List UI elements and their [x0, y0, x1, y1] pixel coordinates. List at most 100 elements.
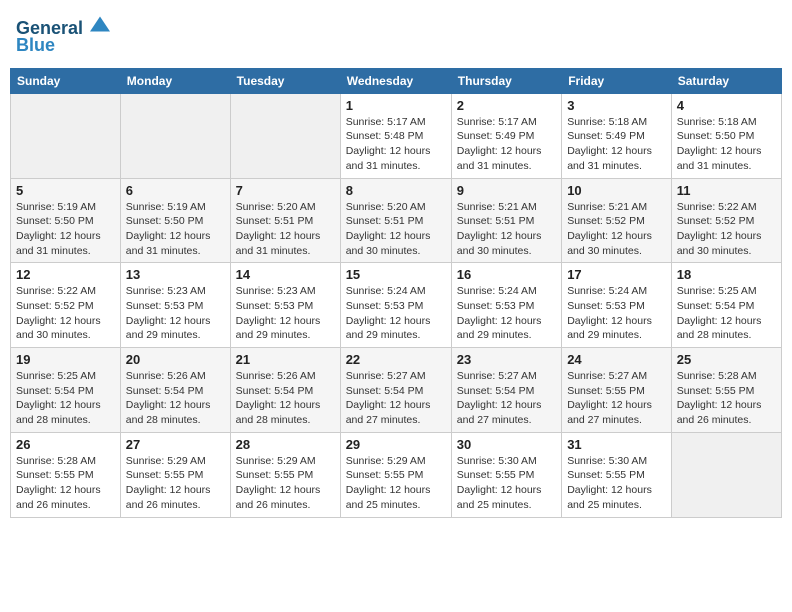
day-number: 17	[567, 267, 666, 282]
day-info: Sunrise: 5:27 AM Sunset: 5:54 PM Dayligh…	[346, 369, 446, 428]
day-info: Sunrise: 5:19 AM Sunset: 5:50 PM Dayligh…	[16, 200, 115, 259]
day-number: 10	[567, 183, 666, 198]
calendar-cell: 14Sunrise: 5:23 AM Sunset: 5:53 PM Dayli…	[230, 263, 340, 348]
logo-icon	[90, 14, 110, 34]
weekday-header: Saturday	[671, 68, 781, 93]
logo: General Blue	[16, 14, 110, 56]
weekday-header: Tuesday	[230, 68, 340, 93]
day-info: Sunrise: 5:29 AM Sunset: 5:55 PM Dayligh…	[126, 454, 225, 513]
calendar-cell: 3Sunrise: 5:18 AM Sunset: 5:49 PM Daylig…	[562, 93, 672, 178]
weekday-header: Sunday	[11, 68, 121, 93]
calendar-cell: 11 Sunrise: 5:22 AM Sunset: 5:52 PM Dayli…	[671, 178, 781, 263]
day-info: Sunrise: 5:24 AM Sunset: 5:53 PM Dayligh…	[346, 284, 446, 343]
day-info: Sunrise: 5:25 AM Sunset: 5:54 PM Dayligh…	[16, 369, 115, 428]
calendar-cell: 15 Sunrise: 5:24 AM Sunset: 5:53 PM Dayli…	[340, 263, 451, 348]
calendar-cell: 7 Sunrise: 5:20 AM Sunset: 5:51 PM Daylig…	[230, 178, 340, 263]
day-info: Sunrise: 5:23 AM Sunset: 5:53 PM Dayligh…	[126, 284, 225, 343]
day-info: Sunrise: 5:28 AM Sunset: 5:55 PM Dayligh…	[677, 369, 776, 428]
calendar-table: SundayMondayTuesdayWednesdayThursdayFrid…	[10, 68, 782, 518]
calendar-cell: 16 Sunrise: 5:24 AM Sunset: 5:53 PM Dayli…	[451, 263, 561, 348]
day-number: 30	[457, 437, 556, 452]
day-info: Sunrise: 5:27 AM Sunset: 5:55 PM Dayligh…	[567, 369, 666, 428]
day-number: 5	[16, 183, 115, 198]
calendar-cell: 10 Sunrise: 5:21 AM Sunset: 5:52 PM Dayli…	[562, 178, 672, 263]
day-number: 15	[346, 267, 446, 282]
calendar-cell	[671, 432, 781, 517]
day-info: Sunrise: 5:22 AM Sunset: 5:52 PM Dayligh…	[16, 284, 115, 343]
day-info: Sunrise: 5:18 AM Sunset: 5:50 PM Dayligh…	[677, 115, 776, 174]
day-number: 7	[236, 183, 335, 198]
day-number: 14	[236, 267, 335, 282]
day-info: Sunrise: 5:24 AM Sunset: 5:53 PM Dayligh…	[457, 284, 556, 343]
calendar-header-row: SundayMondayTuesdayWednesdayThursdayFrid…	[11, 68, 782, 93]
day-number: 19	[16, 352, 115, 367]
day-info: Sunrise: 5:30 AM Sunset: 5:55 PM Dayligh…	[567, 454, 666, 513]
calendar-cell: 29Sunrise: 5:29 AM Sunset: 5:55 PM Dayli…	[340, 432, 451, 517]
calendar-cell: 6 Sunrise: 5:19 AM Sunset: 5:50 PM Daylig…	[120, 178, 230, 263]
calendar-cell: 25 Sunrise: 5:28 AM Sunset: 5:55 PM Dayli…	[671, 348, 781, 433]
day-info: Sunrise: 5:27 AM Sunset: 5:54 PM Dayligh…	[457, 369, 556, 428]
day-number: 31	[567, 437, 666, 452]
day-info: Sunrise: 5:21 AM Sunset: 5:51 PM Dayligh…	[457, 200, 556, 259]
calendar-cell: 13Sunrise: 5:23 AM Sunset: 5:53 PM Dayli…	[120, 263, 230, 348]
day-info: Sunrise: 5:26 AM Sunset: 5:54 PM Dayligh…	[236, 369, 335, 428]
day-number: 12	[16, 267, 115, 282]
calendar-cell: 23 Sunrise: 5:27 AM Sunset: 5:54 PM Dayli…	[451, 348, 561, 433]
day-info: Sunrise: 5:25 AM Sunset: 5:54 PM Dayligh…	[677, 284, 776, 343]
calendar-cell: 8Sunrise: 5:20 AM Sunset: 5:51 PM Daylig…	[340, 178, 451, 263]
day-info: Sunrise: 5:22 AM Sunset: 5:52 PM Dayligh…	[677, 200, 776, 259]
day-info: Sunrise: 5:29 AM Sunset: 5:55 PM Dayligh…	[346, 454, 446, 513]
calendar-week-row: 19 Sunrise: 5:25 AM Sunset: 5:54 PM Dayli…	[11, 348, 782, 433]
day-info: Sunrise: 5:20 AM Sunset: 5:51 PM Dayligh…	[236, 200, 335, 259]
calendar-cell: 26 Sunrise: 5:28 AM Sunset: 5:55 PM Dayli…	[11, 432, 121, 517]
calendar-cell: 17 Sunrise: 5:24 AM Sunset: 5:53 PM Dayli…	[562, 263, 672, 348]
calendar-cell: 21Sunrise: 5:26 AM Sunset: 5:54 PM Dayli…	[230, 348, 340, 433]
calendar-cell	[230, 93, 340, 178]
weekday-header: Thursday	[451, 68, 561, 93]
calendar-week-row: 1Sunrise: 5:17 AM Sunset: 5:48 PM Daylig…	[11, 93, 782, 178]
calendar-week-row: 12 Sunrise: 5:22 AM Sunset: 5:52 PM Dayli…	[11, 263, 782, 348]
day-info: Sunrise: 5:28 AM Sunset: 5:55 PM Dayligh…	[16, 454, 115, 513]
calendar-cell	[120, 93, 230, 178]
day-number: 28	[236, 437, 335, 452]
day-info: Sunrise: 5:19 AM Sunset: 5:50 PM Dayligh…	[126, 200, 225, 259]
day-number: 23	[457, 352, 556, 367]
page-header: General Blue	[10, 10, 782, 60]
calendar-cell: 20Sunrise: 5:26 AM Sunset: 5:54 PM Dayli…	[120, 348, 230, 433]
calendar-cell: 27 Sunrise: 5:29 AM Sunset: 5:55 PM Dayli…	[120, 432, 230, 517]
day-number: 9	[457, 183, 556, 198]
calendar-week-row: 26 Sunrise: 5:28 AM Sunset: 5:55 PM Dayli…	[11, 432, 782, 517]
day-number: 26	[16, 437, 115, 452]
calendar-cell: 22 Sunrise: 5:27 AM Sunset: 5:54 PM Dayli…	[340, 348, 451, 433]
day-info: Sunrise: 5:21 AM Sunset: 5:52 PM Dayligh…	[567, 200, 666, 259]
day-info: Sunrise: 5:26 AM Sunset: 5:54 PM Dayligh…	[126, 369, 225, 428]
day-number: 22	[346, 352, 446, 367]
calendar-cell: 19 Sunrise: 5:25 AM Sunset: 5:54 PM Dayli…	[11, 348, 121, 433]
day-info: Sunrise: 5:17 AM Sunset: 5:49 PM Dayligh…	[457, 115, 556, 174]
day-number: 2	[457, 98, 556, 113]
calendar-cell: 1Sunrise: 5:17 AM Sunset: 5:48 PM Daylig…	[340, 93, 451, 178]
calendar-cell: 30 Sunrise: 5:30 AM Sunset: 5:55 PM Dayli…	[451, 432, 561, 517]
day-number: 24	[567, 352, 666, 367]
calendar-week-row: 5 Sunrise: 5:19 AM Sunset: 5:50 PM Daylig…	[11, 178, 782, 263]
calendar-cell: 12 Sunrise: 5:22 AM Sunset: 5:52 PM Dayli…	[11, 263, 121, 348]
day-info: Sunrise: 5:30 AM Sunset: 5:55 PM Dayligh…	[457, 454, 556, 513]
day-number: 16	[457, 267, 556, 282]
calendar-cell: 28 Sunrise: 5:29 AM Sunset: 5:55 PM Dayli…	[230, 432, 340, 517]
weekday-header: Friday	[562, 68, 672, 93]
day-number: 6	[126, 183, 225, 198]
calendar-cell: 18 Sunrise: 5:25 AM Sunset: 5:54 PM Dayli…	[671, 263, 781, 348]
day-number: 25	[677, 352, 776, 367]
day-number: 11	[677, 183, 776, 198]
calendar-cell: 24 Sunrise: 5:27 AM Sunset: 5:55 PM Dayli…	[562, 348, 672, 433]
day-number: 1	[346, 98, 446, 113]
day-info: Sunrise: 5:20 AM Sunset: 5:51 PM Dayligh…	[346, 200, 446, 259]
day-number: 18	[677, 267, 776, 282]
weekday-header: Monday	[120, 68, 230, 93]
day-number: 27	[126, 437, 225, 452]
calendar-cell: 4Sunrise: 5:18 AM Sunset: 5:50 PM Daylig…	[671, 93, 781, 178]
calendar-cell: 5 Sunrise: 5:19 AM Sunset: 5:50 PM Daylig…	[11, 178, 121, 263]
weekday-header: Wednesday	[340, 68, 451, 93]
day-info: Sunrise: 5:29 AM Sunset: 5:55 PM Dayligh…	[236, 454, 335, 513]
day-info: Sunrise: 5:24 AM Sunset: 5:53 PM Dayligh…	[567, 284, 666, 343]
